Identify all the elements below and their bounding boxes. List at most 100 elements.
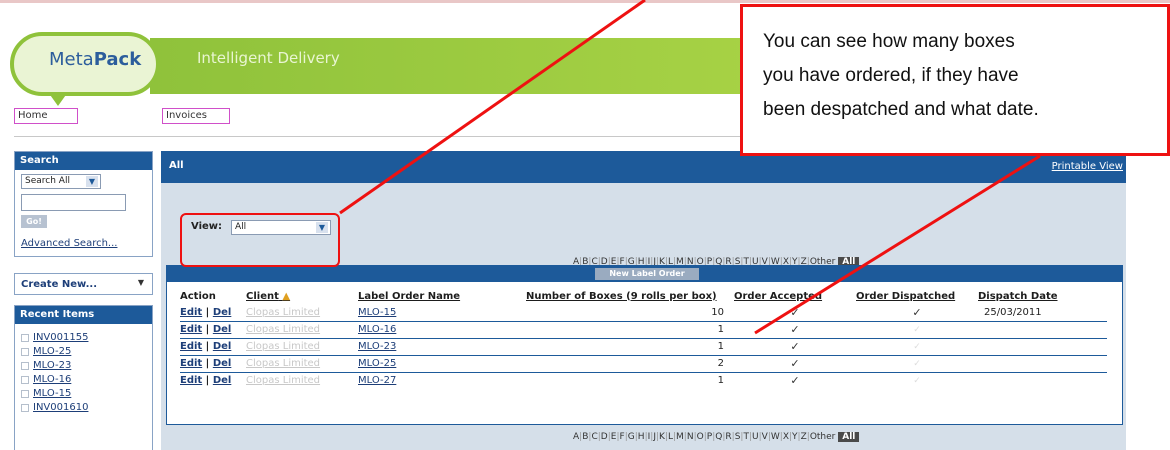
boxes-value: 1	[526, 338, 734, 356]
col-client-header[interactable]: Client ▲	[246, 288, 358, 304]
accepted-check-icon: ✓	[734, 338, 856, 356]
alpha-letter-w[interactable]: W	[771, 432, 780, 442]
recent-items-list: INV001155 MLO-25 MLO-23 MLO-16 MLO-15 IN…	[15, 324, 152, 416]
order-name-link[interactable]: MLO-16	[358, 321, 526, 339]
col-boxes-header[interactable]: Number of Boxes (9 rolls per box)	[526, 288, 734, 304]
col-dispatched-header[interactable]: Order Dispatched	[856, 288, 978, 304]
nav-home-tab[interactable]: Home	[14, 108, 78, 124]
col-name-header[interactable]: Label Order Name	[358, 288, 526, 304]
document-icon	[21, 389, 29, 398]
sort-asc-icon: ▲	[282, 290, 291, 302]
nav-invoices-tab[interactable]: Invoices	[162, 108, 230, 124]
dispatch-date-value: 25/03/2011	[978, 304, 1107, 322]
accepted-check-icon: ✓	[734, 355, 856, 373]
search-scope-value: Search All	[25, 176, 70, 186]
row-actions: Edit | Del	[180, 355, 246, 373]
view-highlight-box	[180, 213, 340, 267]
edit-link[interactable]: Edit	[180, 307, 202, 318]
client-link[interactable]: Clopas Limited	[246, 338, 358, 356]
alpha-letter-o[interactable]: O	[697, 432, 704, 442]
delete-link[interactable]: Del	[213, 375, 232, 386]
dispatched-check-icon: ✓	[913, 376, 921, 387]
client-link[interactable]: Clopas Limited	[246, 304, 358, 322]
search-input[interactable]	[21, 194, 126, 211]
alpha-letter-m[interactable]: M	[676, 432, 684, 442]
recent-item[interactable]: INV001610	[21, 402, 152, 416]
create-new-select[interactable]: Create New... ▼	[14, 273, 153, 295]
client-link[interactable]: Clopas Limited	[246, 372, 358, 389]
alpha-letter-n[interactable]: N	[687, 432, 694, 442]
order-name-link[interactable]: MLO-23	[358, 338, 526, 356]
boxes-value: 1	[526, 321, 734, 339]
col-accepted-header[interactable]: Order Accepted	[734, 288, 856, 304]
edit-link[interactable]: Edit	[180, 358, 202, 369]
recent-item[interactable]: MLO-16	[21, 374, 152, 388]
metapack-logo[interactable]: MetaPack	[10, 32, 160, 106]
row-actions: Edit | Del	[180, 321, 246, 339]
dispatch-date-value	[978, 338, 1107, 356]
alpha-letter-g[interactable]: G	[628, 432, 635, 442]
order-name-link[interactable]: MLO-27	[358, 372, 526, 389]
boxes-value: 10	[526, 304, 734, 322]
recent-item[interactable]: MLO-23	[21, 360, 152, 374]
recent-item[interactable]: MLO-25	[21, 346, 152, 360]
advanced-search-link[interactable]: Advanced Search...	[21, 238, 152, 249]
printable-view-link[interactable]: Printable View	[1051, 161, 1123, 172]
table-row: Edit | Del Clopas Limited MLO-27 1 ✓ ✓	[180, 372, 1107, 389]
dispatch-date-value	[978, 355, 1107, 373]
table-row: Edit | Del Clopas Limited MLO-16 1 ✓ ✓	[180, 321, 1107, 339]
delete-link[interactable]: Del	[213, 358, 232, 369]
document-icon	[21, 347, 29, 356]
delete-link[interactable]: Del	[213, 341, 232, 352]
dispatched-check-icon: ✓	[856, 355, 978, 373]
recent-items-panel: Recent Items INV001155 MLO-25 MLO-23 MLO…	[14, 305, 153, 450]
alphabet-filter-bottom: A|B|C|D|E|F|G|H|I|J|K|L|M|N|O|P|Q|R|S|T|…	[573, 432, 860, 442]
boxes-value: 1	[717, 375, 724, 387]
search-go-button[interactable]: Go!	[21, 215, 47, 228]
recent-items-title: Recent Items	[15, 306, 152, 324]
alpha-letter-d[interactable]: D	[601, 432, 608, 442]
boxes-value: 2	[526, 355, 734, 373]
main-panel: All Printable View View: All ▼ A|B|C|D|E…	[161, 151, 1126, 450]
table-row: Edit | Del Clopas Limited MLO-23 1 ✓ ✓	[180, 338, 1107, 356]
alpha-letter-u[interactable]: U	[752, 432, 759, 442]
client-link[interactable]: Clopas Limited	[246, 355, 358, 373]
callout-line: you have ordered, if they have	[763, 65, 1019, 86]
delete-link[interactable]: Del	[213, 307, 232, 318]
search-title: Search	[15, 152, 152, 170]
page-title: All	[169, 160, 184, 171]
delete-link[interactable]: Del	[213, 324, 232, 335]
table-row: Edit | Del Clopas Limited MLO-15 10 ✓ ✓ 25/03/…	[180, 304, 1107, 322]
document-icon	[21, 361, 29, 370]
edit-link[interactable]: Edit	[180, 375, 202, 386]
logo-text: MetaPack	[49, 49, 142, 70]
edit-link[interactable]: Edit	[180, 324, 202, 335]
row-actions: Edit | Del	[180, 338, 246, 356]
dispatch-date-value	[978, 372, 1107, 389]
dispatched-check-icon: ✓	[856, 321, 978, 339]
recent-item[interactable]: INV001155	[21, 332, 152, 346]
search-panel: Search Search All ▼ Go! Advanced Search.…	[14, 151, 153, 257]
col-date-header[interactable]: Dispatch Date	[978, 288, 1107, 304]
new-label-order-button[interactable]: New Label Order	[595, 268, 699, 280]
table-header-row: Action Client ▲ Label Order Name Number …	[180, 288, 1107, 304]
table-toolbar: New Label Order	[167, 266, 1122, 282]
create-new-label: Create New...	[21, 279, 97, 290]
document-icon	[21, 333, 29, 342]
orders-table-panel: New Label Order Action Client ▲ Label Or…	[166, 265, 1123, 425]
recent-item[interactable]: MLO-15	[21, 388, 152, 402]
alpha-other[interactable]: Other	[810, 432, 836, 442]
tagline: Intelligent Delivery	[197, 49, 340, 67]
dispatched-check-icon: ✓	[856, 338, 978, 356]
row-actions: Edit | Del	[180, 304, 246, 322]
client-link[interactable]: Clopas Limited	[246, 321, 358, 339]
alpha-letter-h[interactable]: H	[638, 432, 645, 442]
top-divider	[0, 0, 1170, 3]
alpha-all[interactable]: All	[838, 432, 860, 442]
order-name-link[interactable]: MLO-25	[358, 355, 526, 373]
accepted-check-icon: ✓	[790, 374, 800, 388]
document-icon	[21, 403, 29, 412]
search-scope-select[interactable]: Search All ▼	[21, 174, 101, 189]
edit-link[interactable]: Edit	[180, 341, 202, 352]
order-name-link[interactable]: MLO-15	[358, 304, 526, 322]
